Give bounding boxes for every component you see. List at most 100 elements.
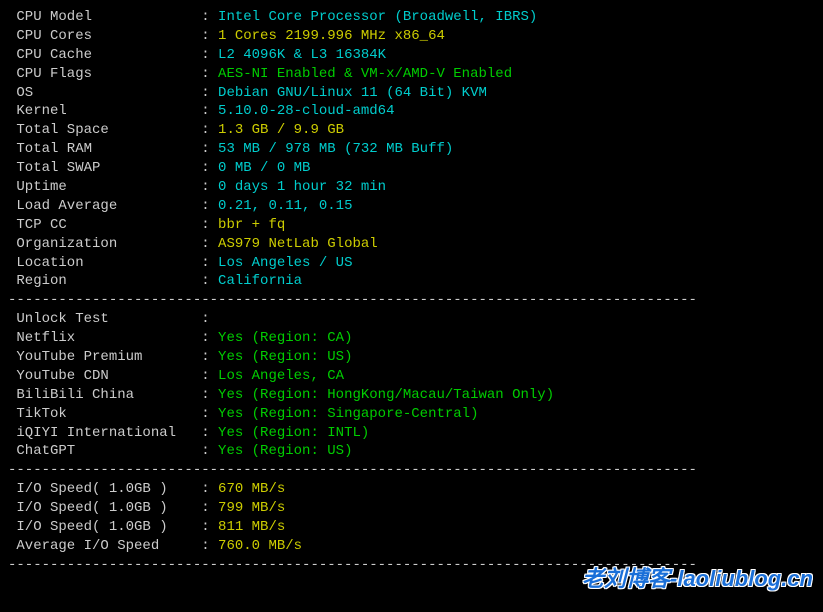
row-value: Yes (Region: US) xyxy=(218,443,352,459)
row-value: AS979 NetLab Global xyxy=(218,236,378,252)
separator: ----------------------------------------… xyxy=(8,556,815,575)
separator: ----------------------------------------… xyxy=(8,461,815,480)
row-label: CPU Model xyxy=(8,9,201,25)
row-value: 0 days 1 hour 32 min xyxy=(218,179,386,195)
output-row: I/O Speed( 1.0GB ) : 811 MB/s xyxy=(8,518,815,537)
row-value: Yes (Region: US) xyxy=(218,349,352,365)
row-colon: : xyxy=(201,198,218,214)
row-label: I/O Speed( 1.0GB ) xyxy=(8,500,201,516)
row-colon: : xyxy=(201,406,218,422)
output-row: Location : Los Angeles / US xyxy=(8,254,815,273)
row-colon: : xyxy=(201,330,218,346)
row-colon: : xyxy=(201,255,218,271)
output-row: CPU Model : Intel Core Processor (Broadw… xyxy=(8,8,815,27)
output-row: TCP CC : bbr + fq xyxy=(8,216,815,235)
row-label: OS xyxy=(8,85,201,101)
row-value: 670 MB/s xyxy=(218,481,285,497)
row-value: 5.10.0-28-cloud-amd64 xyxy=(218,103,394,119)
row-colon: : xyxy=(201,500,218,516)
output-row: Kernel : 5.10.0-28-cloud-amd64 xyxy=(8,102,815,121)
output-row: CPU Flags : AES-NI Enabled & VM-x/AMD-V … xyxy=(8,65,815,84)
row-colon: : xyxy=(201,481,218,497)
row-colon: : xyxy=(201,66,218,82)
row-label: Unlock Test xyxy=(8,311,201,327)
row-colon: : xyxy=(201,160,218,176)
row-colon: : xyxy=(201,179,218,195)
row-colon: : xyxy=(201,103,218,119)
row-value: Los Angeles, CA xyxy=(218,368,344,384)
row-value: 811 MB/s xyxy=(218,519,285,535)
output-row: Region : California xyxy=(8,272,815,291)
row-label: TCP CC xyxy=(8,217,201,233)
row-value: Yes (Region: HongKong/Macau/Taiwan Only) xyxy=(218,387,554,403)
row-value: AES-NI Enabled & VM-x/AMD-V Enabled xyxy=(218,66,512,82)
row-colon: : xyxy=(201,28,218,44)
output-row: I/O Speed( 1.0GB ) : 799 MB/s xyxy=(8,499,815,518)
output-row: BiliBili China : Yes (Region: HongKong/M… xyxy=(8,386,815,405)
output-row: Unlock Test : xyxy=(8,310,815,329)
row-value: 0 MB / 0 MB xyxy=(218,160,310,176)
output-row: Uptime : 0 days 1 hour 32 min xyxy=(8,178,815,197)
output-row: ChatGPT : Yes (Region: US) xyxy=(8,442,815,461)
row-value: Yes (Region: Singapore-Central) xyxy=(218,406,478,422)
row-label: Region xyxy=(8,273,201,289)
separator: ----------------------------------------… xyxy=(8,291,815,310)
output-row: Load Average : 0.21, 0.11, 0.15 xyxy=(8,197,815,216)
row-label: Location xyxy=(8,255,201,271)
row-label: BiliBili China xyxy=(8,387,201,403)
row-label: ChatGPT xyxy=(8,443,201,459)
row-label: YouTube Premium xyxy=(8,349,201,365)
row-colon: : xyxy=(201,387,218,403)
row-label: Load Average xyxy=(8,198,201,214)
row-value: 1 Cores 2199.996 MHz x86_64 xyxy=(218,28,445,44)
row-colon: : xyxy=(201,538,218,554)
row-colon: : xyxy=(201,443,218,459)
row-label: Total SWAP xyxy=(8,160,201,176)
row-label: Average I/O Speed xyxy=(8,538,201,554)
row-label: iQIYI International xyxy=(8,425,201,441)
row-value: 53 MB / 978 MB (732 MB Buff) xyxy=(218,141,453,157)
row-colon: : xyxy=(201,141,218,157)
row-value: Los Angeles / US xyxy=(218,255,352,271)
row-value: bbr + fq xyxy=(218,217,285,233)
row-colon: : xyxy=(201,425,218,441)
row-value: 1.3 GB / 9.9 GB xyxy=(218,122,344,138)
output-row: Total Space : 1.3 GB / 9.9 GB xyxy=(8,121,815,140)
row-colon: : xyxy=(201,217,218,233)
row-colon: : xyxy=(201,236,218,252)
output-row: TikTok : Yes (Region: Singapore-Central) xyxy=(8,405,815,424)
row-label: TikTok xyxy=(8,406,201,422)
output-row: Average I/O Speed : 760.0 MB/s xyxy=(8,537,815,556)
row-colon: : xyxy=(201,349,218,365)
row-colon: : xyxy=(201,122,218,138)
row-label: I/O Speed( 1.0GB ) xyxy=(8,481,201,497)
row-colon: : xyxy=(201,368,218,384)
output-row: Netflix : Yes (Region: CA) xyxy=(8,329,815,348)
row-label: YouTube CDN xyxy=(8,368,201,384)
row-label: CPU Cores xyxy=(8,28,201,44)
output-row: OS : Debian GNU/Linux 11 (64 Bit) KVM xyxy=(8,84,815,103)
row-colon: : xyxy=(201,273,218,289)
output-row: Organization : AS979 NetLab Global xyxy=(8,235,815,254)
row-label: Organization xyxy=(8,236,201,252)
row-colon: : xyxy=(201,9,218,25)
output-row: I/O Speed( 1.0GB ) : 670 MB/s xyxy=(8,480,815,499)
output-row: CPU Cores : 1 Cores 2199.996 MHz x86_64 xyxy=(8,27,815,46)
row-value: 799 MB/s xyxy=(218,500,285,516)
row-label: Total Space xyxy=(8,122,201,138)
terminal-output: CPU Model : Intel Core Processor (Broadw… xyxy=(8,8,815,575)
row-label: Uptime xyxy=(8,179,201,195)
row-value: Intel Core Processor (Broadwell, IBRS) xyxy=(218,9,537,25)
row-value: California xyxy=(218,273,302,289)
row-label: Total RAM xyxy=(8,141,201,157)
row-value: 0.21, 0.11, 0.15 xyxy=(218,198,352,214)
row-colon: : xyxy=(201,85,218,101)
row-value: Debian GNU/Linux 11 (64 Bit) KVM xyxy=(218,85,487,101)
row-label: I/O Speed( 1.0GB ) xyxy=(8,519,201,535)
row-label: CPU Cache xyxy=(8,47,201,63)
row-colon: : xyxy=(201,519,218,535)
output-row: Total RAM : 53 MB / 978 MB (732 MB Buff) xyxy=(8,140,815,159)
row-value: 760.0 MB/s xyxy=(218,538,302,554)
row-value: L2 4096K & L3 16384K xyxy=(218,47,386,63)
output-row: iQIYI International : Yes (Region: INTL) xyxy=(8,424,815,443)
